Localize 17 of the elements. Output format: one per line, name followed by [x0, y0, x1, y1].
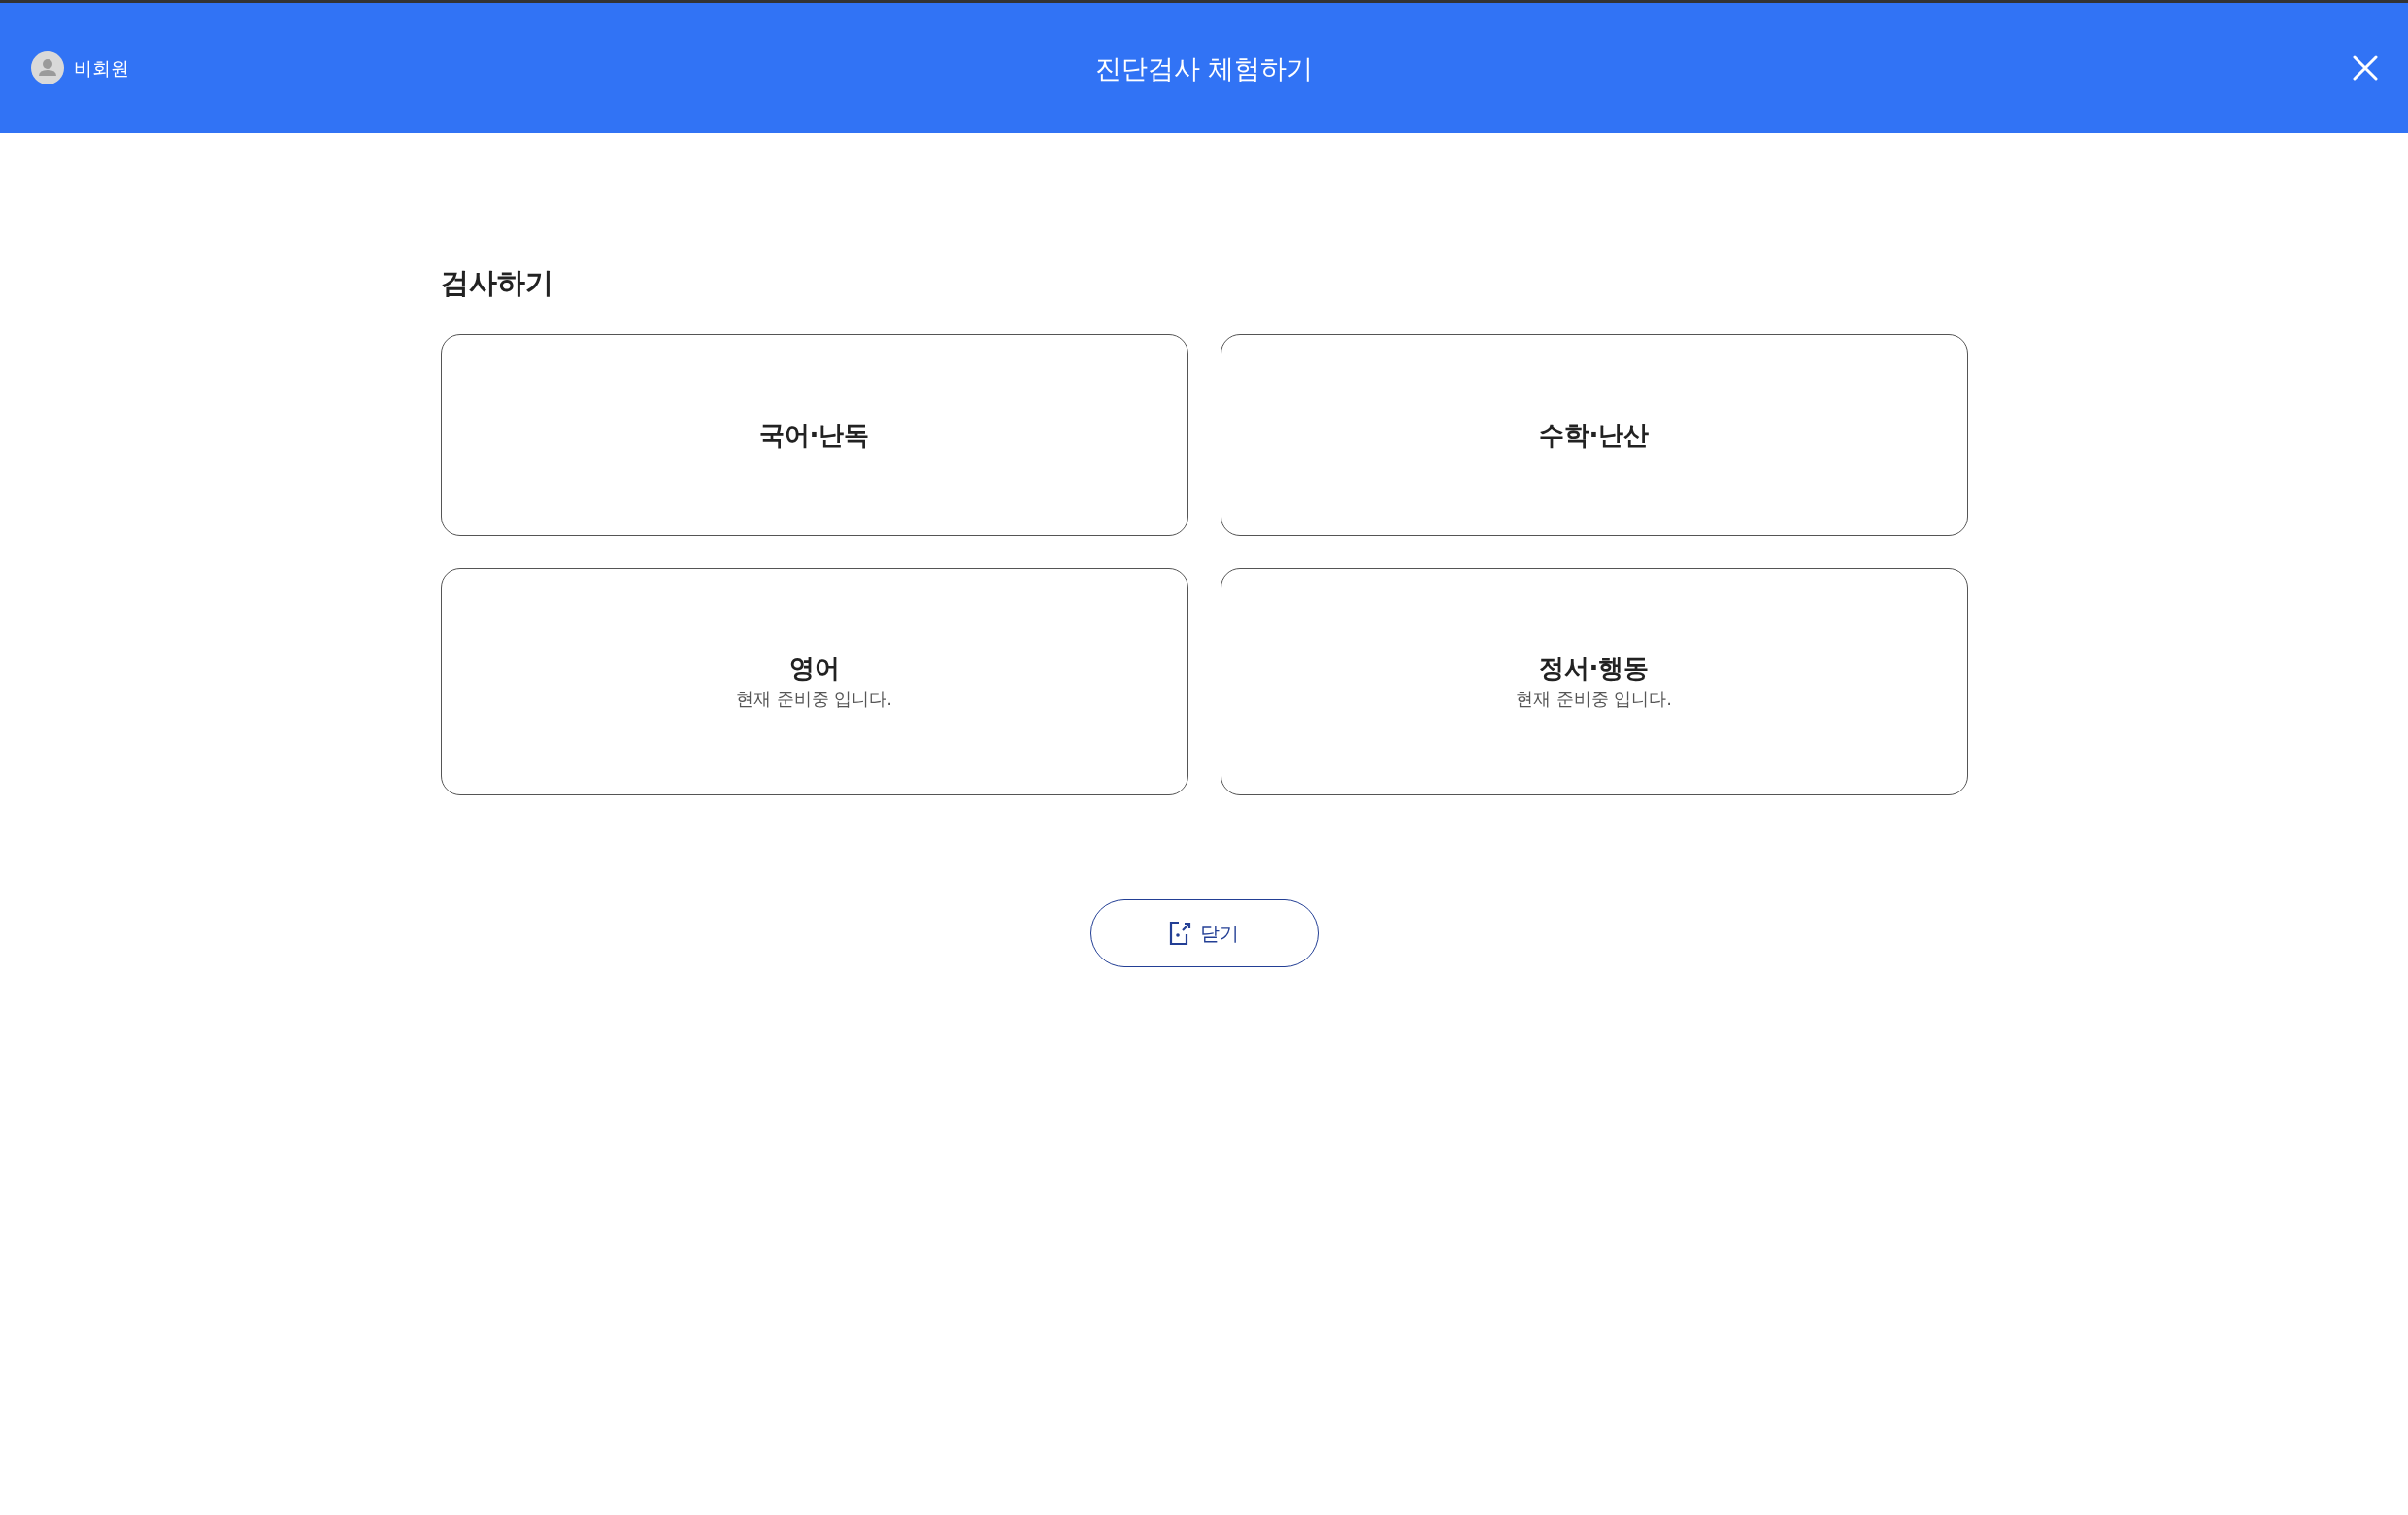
card-note: 현재 준비중 입니다. [1515, 688, 1673, 711]
test-card[interactable]: 수학·난산 [1220, 334, 1968, 536]
user-status-label: 비회원 [74, 55, 129, 81]
card-title: 수학·난산 [1538, 420, 1650, 452]
exit-door-icon [1169, 921, 1192, 946]
card-title: 국어·난독 [758, 420, 870, 452]
close-text-button[interactable]: 닫기 [1089, 899, 1319, 967]
card-title: 정서·행동 [1538, 653, 1650, 685]
test-card[interactable]: 정서·행동 현재 준비중 입니다. [1220, 568, 1968, 795]
card-title: 영어 [788, 653, 840, 685]
card-note: 현재 준비중 입니다. [735, 688, 893, 711]
page-title: 진단검사 체험하기 [1094, 54, 1314, 82]
test-card[interactable]: 영어 현재 준비중 입니다. [440, 568, 1188, 795]
test-card[interactable]: 국어·난독 [440, 334, 1188, 536]
section-heading: 검사하기 [440, 265, 553, 301]
avatar-icon [31, 51, 64, 84]
close-icon [2353, 55, 2378, 81]
